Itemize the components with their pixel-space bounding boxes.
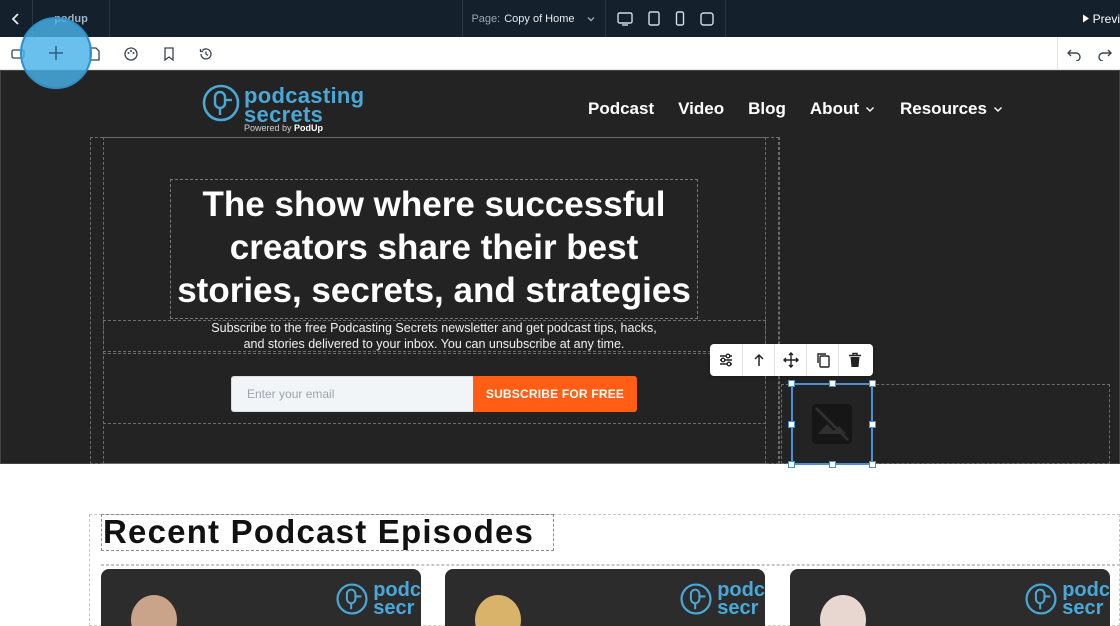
settings-button[interactable]: [710, 344, 742, 376]
site-nav: Podcast Video Blog About Resources: [588, 95, 1004, 123]
microphone-logo-icon: [336, 583, 368, 615]
square-icon[interactable]: [699, 11, 714, 26]
email-input[interactable]: Enter your email: [231, 376, 473, 412]
logo-powered-label: Powered by: [244, 123, 292, 133]
episode-thumbnail: [475, 595, 521, 626]
page-selector[interactable]: Page: Copy of Home: [462, 0, 606, 37]
mobile-icon[interactable]: [675, 11, 685, 26]
logo-powered-by: Powered by PodUp: [244, 123, 323, 133]
page-builder: podup Page: Copy of Home Previ podcastin…: [0, 0, 1120, 626]
card-logo-line: secr: [717, 597, 759, 619]
resize-handle[interactable]: [788, 421, 795, 428]
card-logo-line: secr: [1062, 597, 1104, 619]
chevron-down-icon: [993, 107, 1002, 112]
nav-item-video[interactable]: Video: [678, 99, 724, 119]
nav-item-podcast[interactable]: Podcast: [588, 99, 654, 119]
resize-handle[interactable]: [788, 461, 795, 468]
history-button[interactable]: [196, 44, 216, 64]
desktop-icon[interactable]: [617, 11, 634, 26]
tablet-icon[interactable]: [648, 11, 660, 26]
resize-handle[interactable]: [829, 380, 836, 387]
column-divider: [778, 137, 780, 464]
cards-row-guide: [101, 564, 1120, 566]
nav-label: Blog: [748, 99, 786, 118]
subscribe-button[interactable]: SUBSCRIBE FOR FREE: [473, 376, 637, 412]
card-logo: podc secr: [1024, 579, 1110, 619]
hero-subtitle-line: Subscribe to the free Podcasting Secrets…: [211, 321, 657, 335]
hero-subtitle-line: and stories delivered to your inbox. You…: [243, 337, 625, 351]
newsletter-form: Enter your email SUBSCRIBE FOR FREE: [231, 376, 637, 412]
selected-image-element[interactable]: [788, 380, 876, 468]
episode-thumbnail: [131, 595, 177, 626]
element-toolbar: [710, 344, 873, 376]
microphone-logo-icon: [1025, 583, 1057, 615]
chevron-left-icon: [11, 12, 19, 25]
episode-thumbnail: [820, 595, 866, 626]
sliders-icon: [720, 353, 732, 367]
arrow-up-icon: [753, 353, 764, 366]
card-logo-line: secr: [373, 597, 415, 619]
resize-handle[interactable]: [869, 421, 876, 428]
nav-label: About: [809, 99, 859, 118]
preview-label: Previ: [1092, 11, 1120, 26]
chevron-down-icon: [587, 16, 595, 21]
undo-icon[interactable]: [1066, 47, 1082, 61]
editor-canvas[interactable]: podcasting secrets Powered by PodUp Podc…: [0, 70, 1120, 626]
microphone-logo-icon: [680, 583, 712, 615]
logo-powered-brand: PodUp: [294, 123, 324, 133]
card-logo: podc secr: [335, 579, 421, 619]
device-switcher: [606, 0, 726, 37]
episode-card[interactable]: podc secr: [101, 569, 421, 626]
theme-button[interactable]: [121, 44, 141, 64]
page-label: Page:: [471, 12, 501, 25]
editor-toolbar: [0, 37, 1120, 70]
bookmark-button[interactable]: [159, 44, 179, 64]
resize-handle[interactable]: [869, 380, 876, 387]
site-logo[interactable]: podcasting secrets Powered by PodUp: [201, 81, 371, 135]
move-up-button[interactable]: [742, 344, 774, 376]
microphone-logo-icon: [202, 84, 240, 122]
nav-label: Video: [678, 99, 725, 118]
hero-heading[interactable]: The show where successful creators share…: [170, 179, 698, 319]
duplicate-button[interactable]: [806, 344, 838, 376]
hero-subtitle[interactable]: Subscribe to the free Podcasting Secrets…: [103, 320, 765, 354]
resize-handle[interactable]: [869, 461, 876, 468]
no-image-icon: [812, 404, 852, 444]
plus-icon: [49, 46, 63, 60]
history-icon: [199, 48, 212, 60]
drag-button[interactable]: [774, 344, 806, 376]
preview-button[interactable]: Previ: [1082, 0, 1120, 37]
card-logo: podc secr: [679, 579, 765, 619]
trash-icon: [848, 352, 861, 367]
delete-button[interactable]: [838, 344, 870, 376]
redo-icon[interactable]: [1097, 47, 1113, 61]
episodes-heading[interactable]: Recent Podcast Episodes: [101, 514, 554, 551]
nav-item-resources[interactable]: Resources: [900, 99, 1004, 119]
bookmark-icon: [164, 47, 174, 62]
play-icon: [1082, 14, 1089, 23]
nav-item-blog[interactable]: Blog: [748, 99, 786, 119]
nav-label: Podcast: [588, 99, 655, 118]
copy-icon: [816, 353, 830, 368]
top-bar: podup Page: Copy of Home Previ: [0, 0, 1120, 37]
palette-icon: [124, 47, 138, 61]
hero-section[interactable]: podcasting secrets Powered by PodUp Podc…: [0, 70, 1120, 468]
undo-redo-group: [1057, 37, 1120, 70]
nav-label: Resources: [900, 99, 987, 118]
page-value: Copy of Home: [504, 12, 575, 25]
episode-card[interactable]: podc secr: [445, 569, 765, 626]
add-element-button[interactable]: [20, 17, 92, 89]
episode-card[interactable]: podc secr: [790, 569, 1110, 626]
chevron-down-icon: [866, 107, 874, 112]
move-icon: [782, 352, 799, 368]
nav-item-about[interactable]: About: [810, 99, 876, 119]
resize-handle[interactable]: [829, 461, 836, 468]
resize-handle[interactable]: [788, 380, 795, 387]
